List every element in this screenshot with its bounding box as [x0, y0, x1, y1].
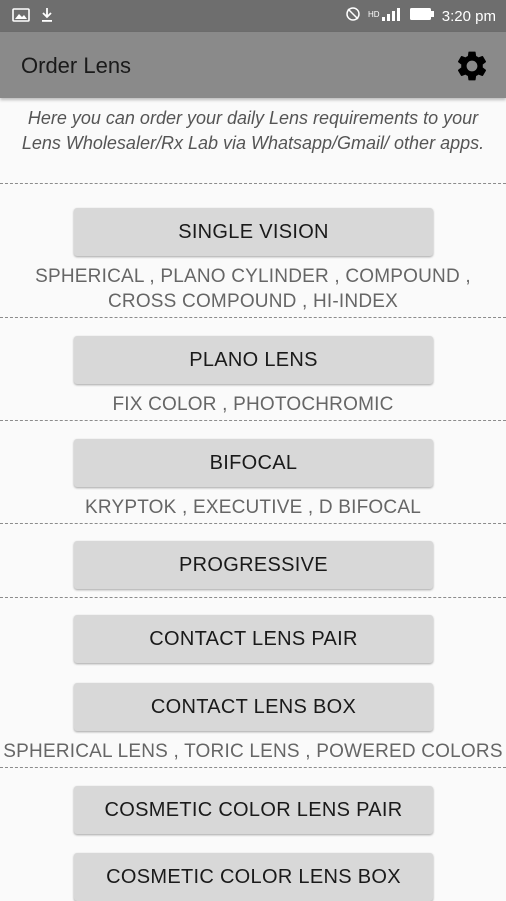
- status-time: 3:20 pm: [441, 8, 496, 25]
- hd-signal-icon: HD: [368, 6, 402, 27]
- app-toolbar: Order Lens: [0, 32, 506, 98]
- cosmetic-color-lens-pair-button[interactable]: COSMETIC COLOR LENS PAIR: [74, 786, 433, 834]
- image-icon: [12, 7, 30, 28]
- contact-lens-types: SPHERICAL LENS , TORIC LENS , POWERED CO…: [3, 741, 503, 762]
- contact-lens-box-button[interactable]: CONTACT LENS BOX: [74, 683, 433, 731]
- cosmetic-color-lens-box-button[interactable]: COSMETIC COLOR LENS BOX: [74, 853, 433, 901]
- intro-text: Here you can order your daily Lens requi…: [21, 108, 485, 153]
- svg-text:HD: HD: [368, 10, 380, 19]
- plano-lens-button[interactable]: PLANO LENS: [74, 336, 433, 384]
- progressive-button[interactable]: PROGRESSIVE: [74, 541, 433, 589]
- single-vision-types-line2: CROSS COMPOUND , HI-INDEX: [107, 291, 399, 312]
- download-icon: [40, 7, 54, 28]
- divider: [0, 420, 506, 421]
- contact-lens-pair-button[interactable]: CONTACT LENS PAIR: [74, 615, 433, 663]
- app-title: Order Lens: [21, 53, 132, 78]
- divider: [0, 183, 506, 184]
- bifocal-button[interactable]: BIFOCAL: [74, 439, 433, 487]
- bifocal-types: KRYPTOK , EXECUTIVE , D BIFOCAL: [85, 497, 421, 518]
- status-left-icons: [12, 7, 54, 28]
- divider: [0, 317, 506, 318]
- divider: [0, 523, 506, 524]
- gear-icon: [454, 51, 490, 88]
- mute-icon: [345, 6, 361, 27]
- single-vision-types-line1: SPHERICAL , PLANO CYLINDER , COMPOUND ,: [35, 266, 471, 287]
- divider: [0, 767, 506, 768]
- battery-icon: [409, 7, 435, 26]
- single-vision-button[interactable]: SINGLE VISION: [74, 208, 433, 256]
- plano-lens-types: FIX COLOR , PHOTOCHROMIC: [112, 394, 394, 415]
- settings-button[interactable]: [454, 48, 490, 84]
- status-bar: HD 3:20 pm: [0, 0, 506, 32]
- divider: [0, 597, 506, 598]
- status-right-icons: HD 3:20 pm: [345, 6, 496, 27]
